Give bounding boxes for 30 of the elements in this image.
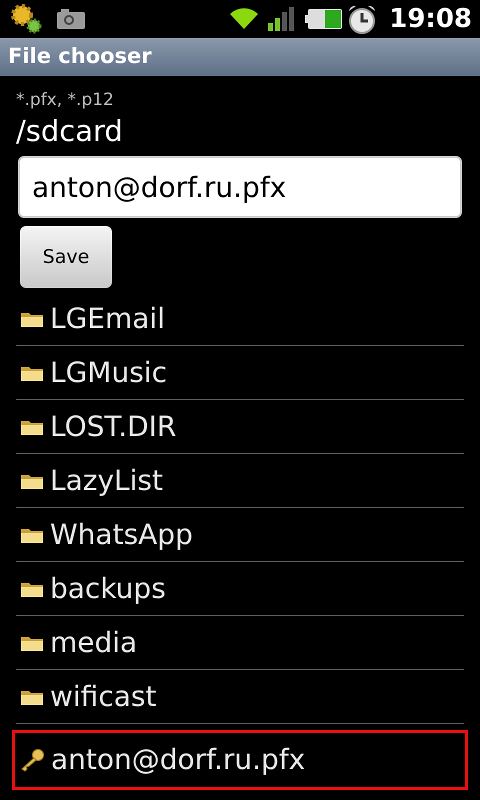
file-name: backups	[50, 574, 166, 602]
filter-text: *.pfx, *.p12	[16, 89, 114, 112]
file-name: anton@dorf.ru.pfx	[51, 746, 306, 774]
window-title: File chooser	[8, 43, 152, 70]
file-list-item[interactable]: LazyList	[16, 454, 464, 508]
file-name: LGMusic	[50, 358, 167, 386]
file-list-item[interactable]: media	[16, 616, 464, 670]
file-list-item[interactable]: LOST.DIR	[16, 400, 464, 454]
alarm-clock-icon	[347, 4, 378, 34]
clock-time: 19:08	[389, 2, 472, 36]
save-button[interactable]: Save	[20, 226, 112, 288]
file-name: media	[50, 628, 138, 656]
file-name: LGEmail	[50, 304, 165, 332]
file-name: wificast	[50, 682, 156, 710]
camera-icon	[56, 8, 86, 30]
file-list-item[interactable]: LGEmail	[16, 292, 464, 346]
file-list-item[interactable]: WhatsApp	[16, 508, 464, 562]
filename-field[interactable]: anton@dorf.ru.pfx	[18, 156, 462, 218]
battery-icon	[305, 8, 344, 30]
key-icon	[19, 748, 45, 772]
wifi-icon	[229, 7, 260, 31]
file-name: LazyList	[50, 466, 163, 494]
gears-icon	[8, 2, 44, 36]
file-name: LOST.DIR	[50, 412, 176, 440]
file-list-item[interactable]: backups	[16, 562, 464, 616]
file-name: WhatsApp	[50, 520, 193, 548]
path-text: /sdcard	[16, 113, 123, 150]
file-list-item[interactable]: LGMusic	[16, 346, 464, 400]
file-list-item[interactable]: anton@dorf.ru.pfx	[12, 730, 468, 790]
file-list-item[interactable]: wificast	[16, 670, 464, 724]
